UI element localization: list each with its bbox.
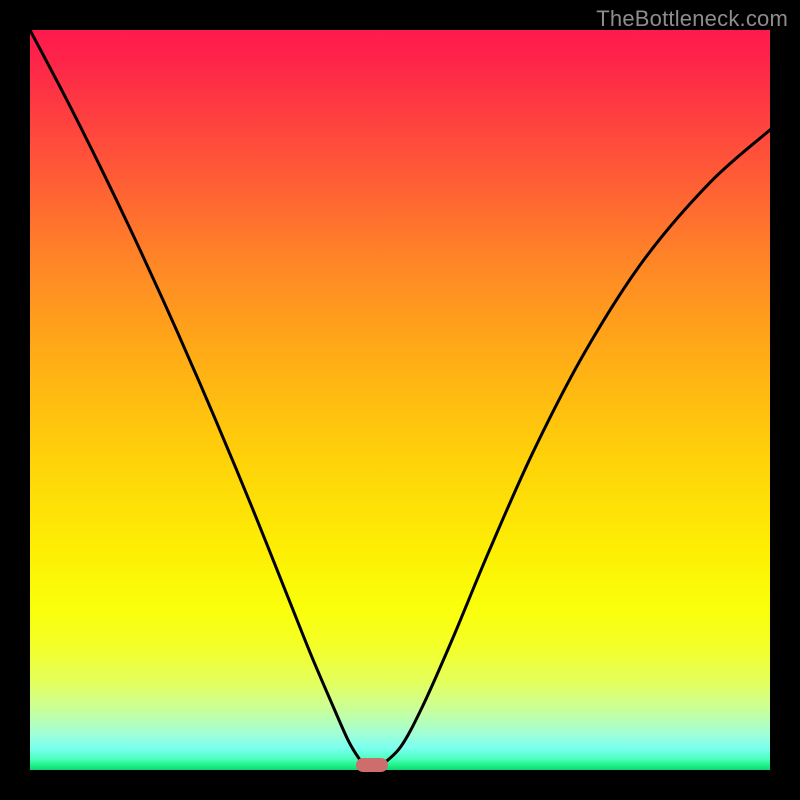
minimum-marker: [356, 758, 388, 772]
plot-area: [30, 30, 770, 770]
curve-svg: [30, 30, 770, 770]
watermark-text: TheBottleneck.com: [596, 6, 788, 32]
chart-stage: TheBottleneck.com: [0, 0, 800, 800]
curve-path: [30, 30, 770, 770]
